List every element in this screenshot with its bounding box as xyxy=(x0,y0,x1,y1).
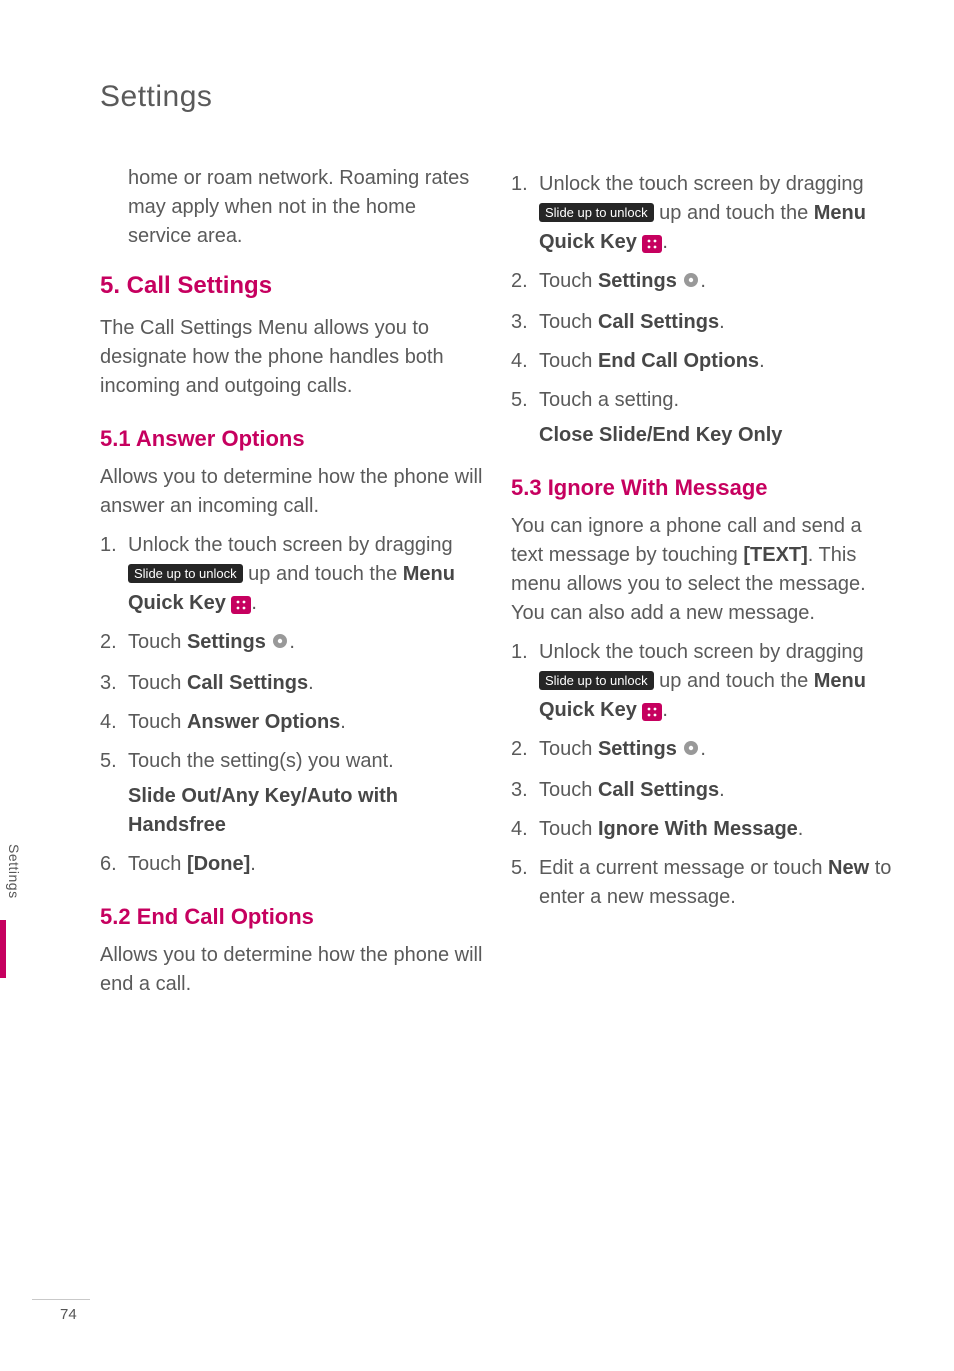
call-settings-desc: The Call Settings Menu allows you to des… xyxy=(100,314,483,401)
step-3: Touch Call Settings. xyxy=(511,776,894,805)
slide-unlock-badge: Slide up to unlock xyxy=(539,203,654,222)
menu-quick-key-icon xyxy=(642,703,662,721)
step-5: Touch the setting(s) you want. Slide Out… xyxy=(100,747,483,840)
step-4: Touch Answer Options. xyxy=(100,708,483,737)
side-tab-bar xyxy=(0,920,6,978)
step-5: Touch a setting. Close Slide/End Key Onl… xyxy=(511,386,894,450)
step-2: Touch Settings . xyxy=(511,735,894,766)
step-4: Touch End Call Options. xyxy=(511,347,894,376)
answer-options-steps: Unlock the touch screen by dragging Slid… xyxy=(100,531,483,879)
heading-end-call-options: 5.2 End Call Options xyxy=(100,901,483,933)
heading-answer-options: 5.1 Answer Options xyxy=(100,423,483,455)
heading-call-settings: 5. Call Settings xyxy=(100,269,483,304)
answer-options-desc: Allows you to determine how the phone wi… xyxy=(100,463,483,521)
menu-quick-key-icon xyxy=(231,596,251,614)
ignore-with-message-steps: Unlock the touch screen by dragging Slid… xyxy=(511,638,894,912)
menu-quick-key-icon xyxy=(642,235,662,253)
step-1: Unlock the touch screen by dragging Slid… xyxy=(100,531,483,618)
ignore-with-message-desc: You can ignore a phone call and send a t… xyxy=(511,512,894,628)
side-tab-label: Settings xyxy=(0,840,28,905)
step-3: Touch Call Settings. xyxy=(100,669,483,698)
end-call-steps: Unlock the touch screen by dragging Slid… xyxy=(511,170,894,450)
step-1: Unlock the touch screen by dragging Slid… xyxy=(511,638,894,725)
step-2: Touch Settings . xyxy=(511,267,894,298)
page-footer: 74 xyxy=(0,1299,954,1323)
heading-ignore-with-message: 5.3 Ignore With Message xyxy=(511,472,894,504)
settings-gear-icon xyxy=(271,630,289,659)
right-column: Unlock the touch screen by dragging Slid… xyxy=(511,164,894,1009)
settings-gear-icon xyxy=(682,269,700,298)
side-tab: Settings xyxy=(0,840,28,905)
step-4: Touch Ignore With Message. xyxy=(511,815,894,844)
intro-continued: home or roam network. Roaming rates may … xyxy=(100,164,483,251)
step-1: Unlock the touch screen by dragging Slid… xyxy=(511,170,894,257)
left-column: home or roam network. Roaming rates may … xyxy=(100,164,483,1009)
step-3: Touch Call Settings. xyxy=(511,308,894,337)
slide-unlock-badge: Slide up to unlock xyxy=(539,671,654,690)
settings-gear-icon xyxy=(682,737,700,766)
slide-unlock-badge: Slide up to unlock xyxy=(128,564,243,583)
step-2: Touch Settings . xyxy=(100,628,483,659)
page-title: Settings xyxy=(100,80,894,114)
step-5-options: Slide Out/Any Key/Auto with Handsfree xyxy=(128,782,483,840)
step-6: Touch [Done]. xyxy=(100,850,483,879)
step-5: Edit a current message or touch New to e… xyxy=(511,854,894,912)
page-number: 74 xyxy=(60,1306,954,1323)
end-call-options-desc: Allows you to determine how the phone wi… xyxy=(100,941,483,999)
step-5-options: Close Slide/End Key Only xyxy=(539,421,894,450)
